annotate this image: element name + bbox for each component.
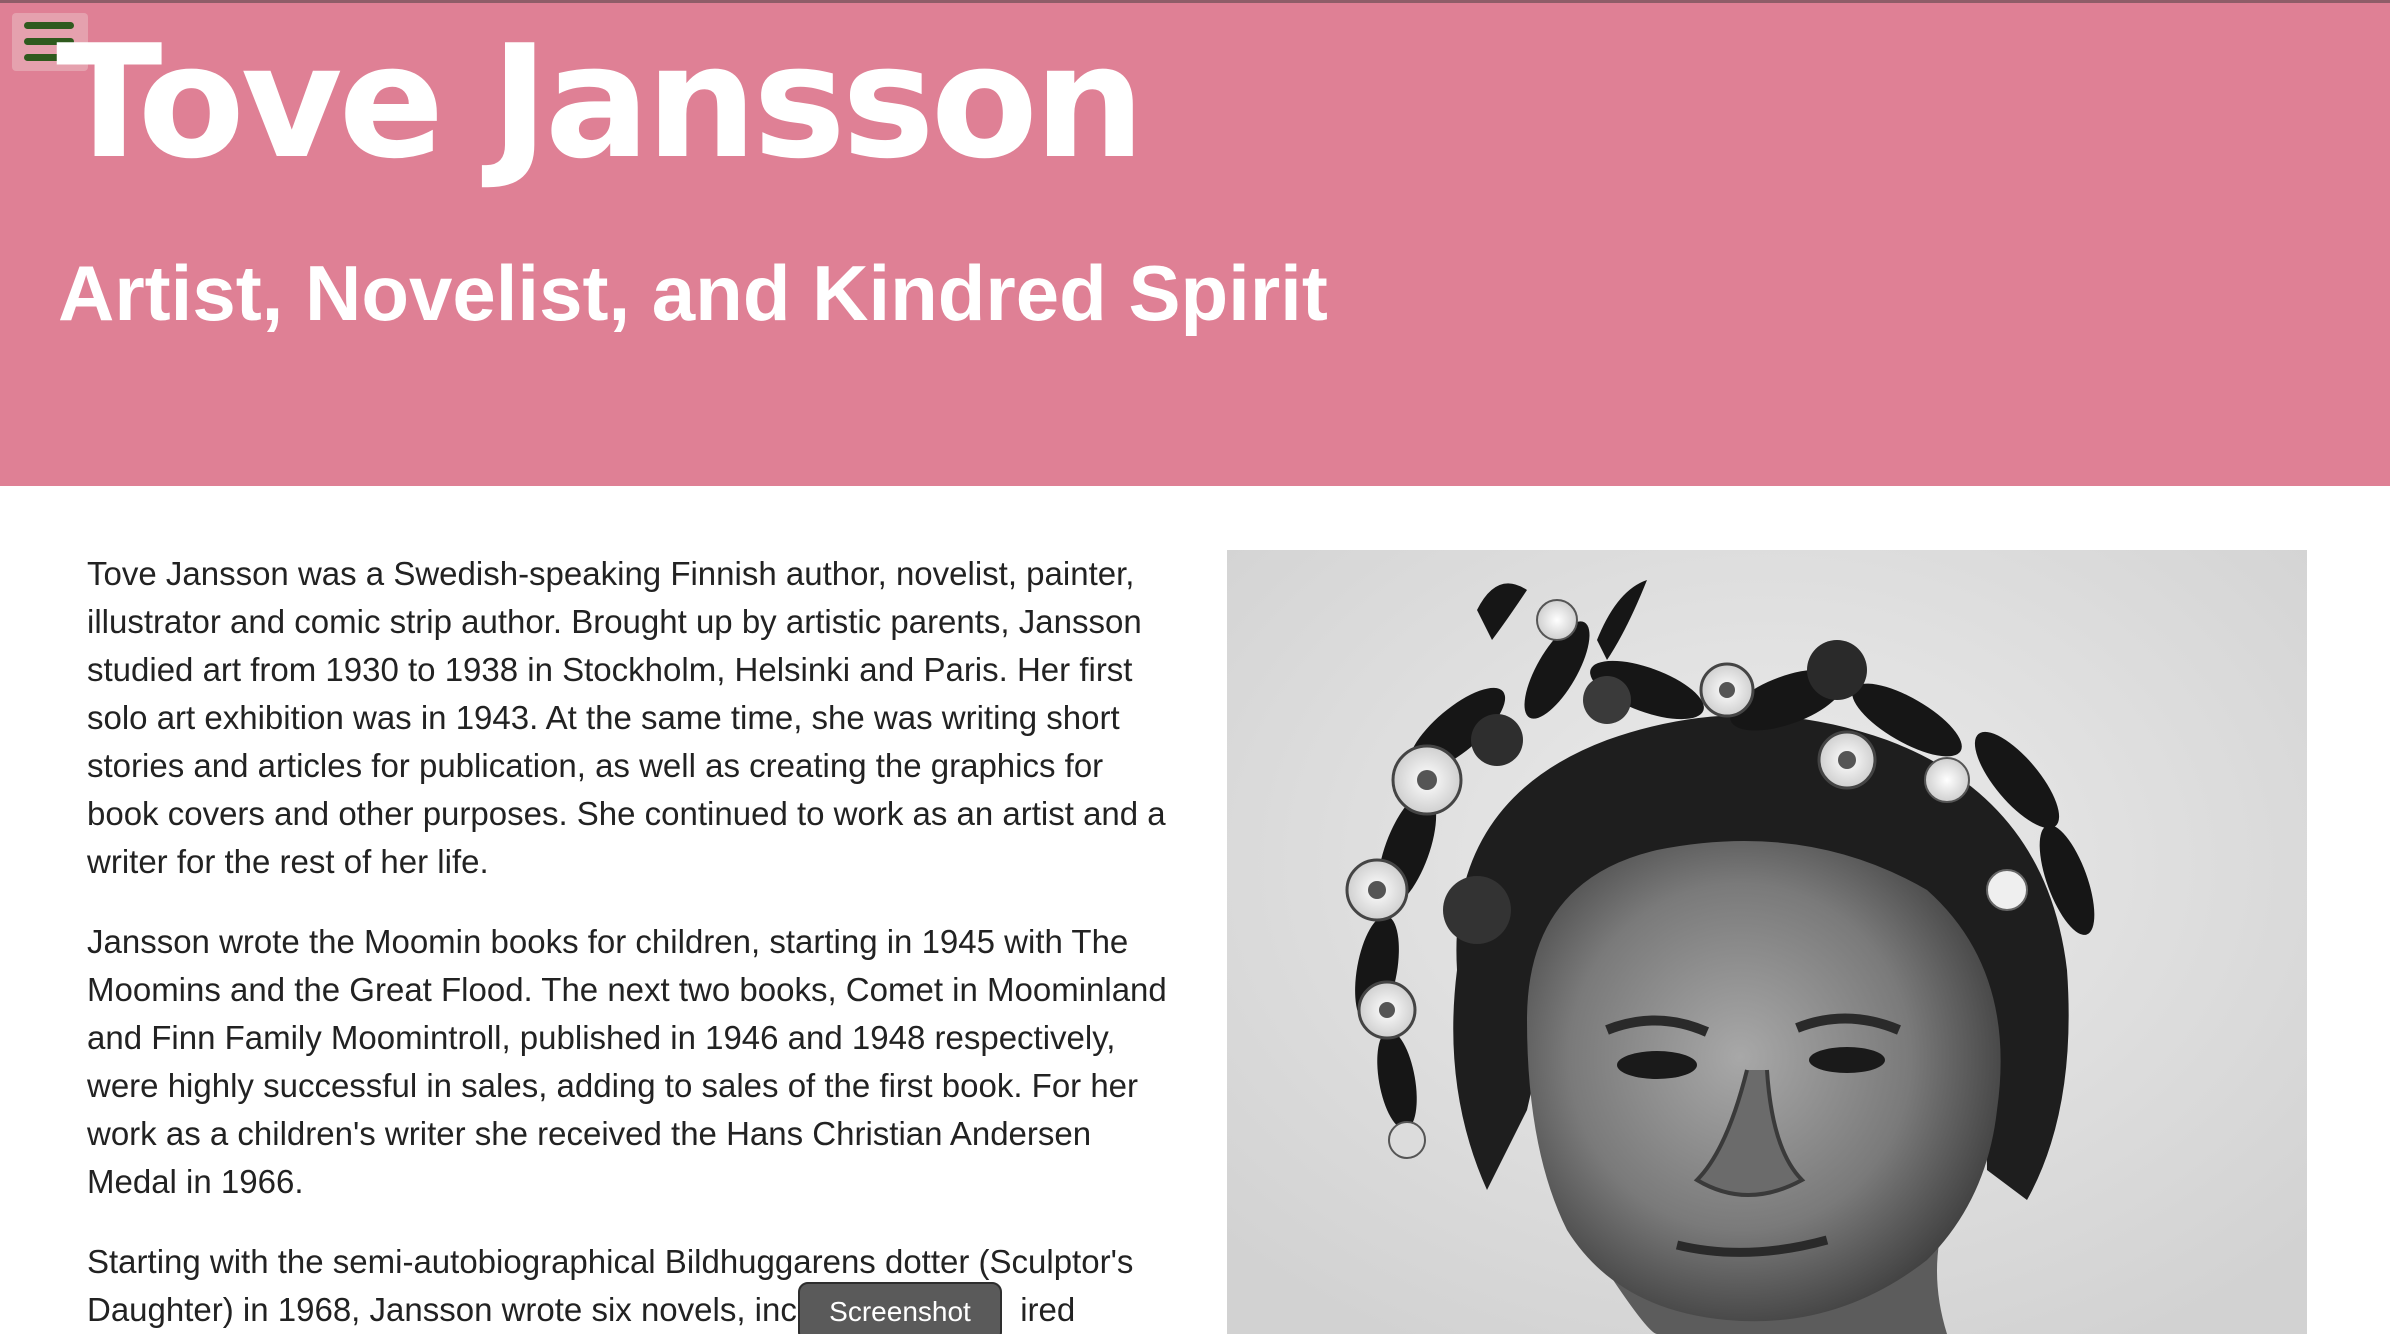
page: Tove Jansson Artist, Novelist, and Kindr… [0, 0, 2390, 1334]
hero-header: Tove Jansson Artist, Novelist, and Kindr… [0, 0, 2390, 486]
biography-text: Tove Jansson was a Swedish-speaking Finn… [87, 550, 1167, 1334]
page-subtitle: Artist, Novelist, and Kindred Spirit [58, 249, 1328, 337]
bio-paragraph-3: Starting with the semi-autobiographical … [87, 1238, 1167, 1334]
portrait-illustration [1227, 550, 2307, 1334]
screenshot-tooltip[interactable]: Screenshot [798, 1282, 1002, 1334]
bio-paragraph-1: Tove Jansson was a Swedish-speaking Finn… [87, 555, 1166, 880]
bio-paragraph-3-tail: ired [1020, 1291, 1076, 1328]
bio-paragraph-2: Jansson wrote the Moomin books for child… [87, 923, 1167, 1200]
page-title: Tove Jansson [56, 11, 1145, 193]
portrait-photo [1227, 550, 2307, 1334]
